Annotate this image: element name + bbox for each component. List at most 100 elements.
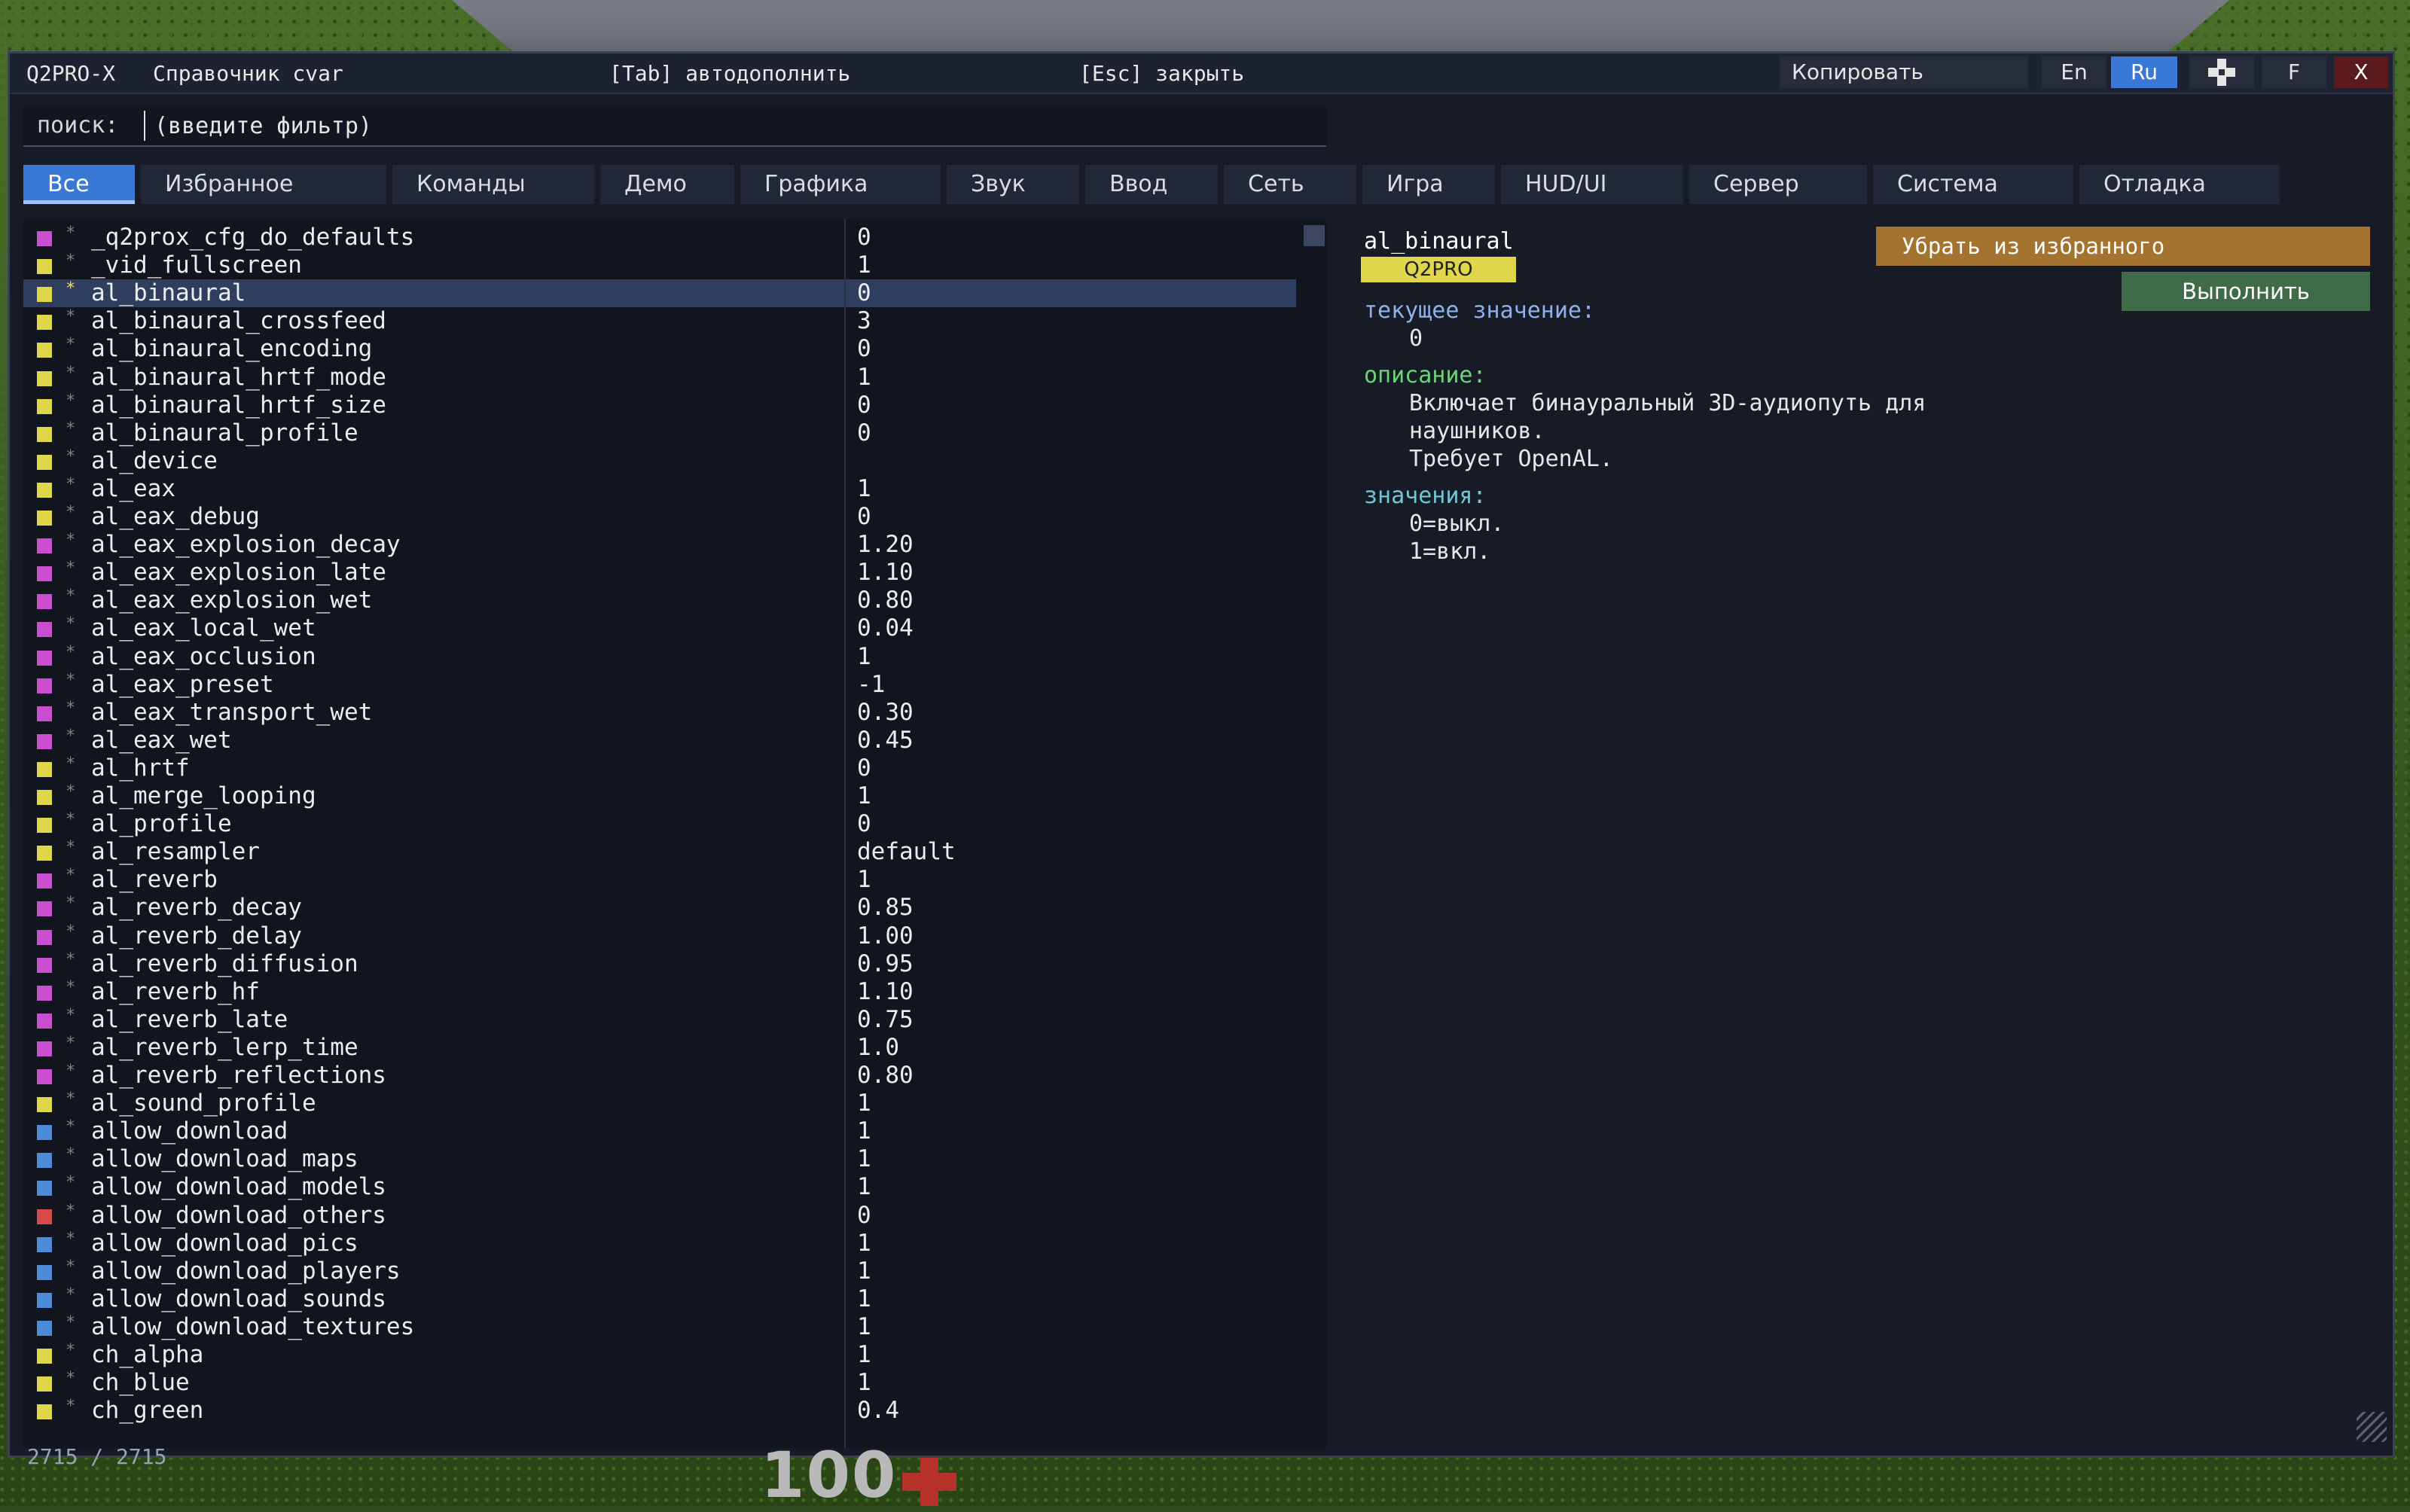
cvar-row[interactable]: * ch_alpha 1 xyxy=(23,1341,1296,1369)
favorite-star-icon[interactable]: * xyxy=(66,1225,75,1253)
cvar-row[interactable]: * al_eax_explosion_wet 0.80 xyxy=(23,587,1296,614)
favorite-star-icon[interactable]: * xyxy=(66,1113,75,1141)
remove-favorite-button[interactable]: Убрать из избранного xyxy=(1876,227,2370,266)
cvar-row[interactable]: * al_reverb_lerp_time 1.0 xyxy=(23,1034,1296,1062)
favorite-star-icon[interactable]: * xyxy=(66,359,75,387)
cvar-row[interactable]: * al_reverb_late 0.75 xyxy=(23,1006,1296,1034)
cvar-row[interactable]: * al_resampler default xyxy=(23,838,1296,866)
favorite-star-icon[interactable]: * xyxy=(66,582,75,610)
search-input[interactable] xyxy=(144,111,1314,141)
tab-8[interactable]: Игра xyxy=(1362,165,1495,204)
cvar-row[interactable]: * al_sound_profile 1 xyxy=(23,1090,1296,1117)
cvar-row[interactable]: * ch_green 0.4 xyxy=(23,1397,1296,1425)
cvar-row[interactable]: * al_eax_explosion_late 1.10 xyxy=(23,559,1296,587)
tab-3[interactable]: Демо xyxy=(600,165,734,204)
cvar-row[interactable]: * al_reverb_hf 1.10 xyxy=(23,978,1296,1006)
cvar-row[interactable]: * al_binaural_hrtf_size 0 xyxy=(23,392,1296,419)
list-scrollbar[interactable] xyxy=(1304,219,1325,1448)
cvar-row[interactable]: * al_binaural_encoding 0 xyxy=(23,335,1296,363)
favorite-star-icon[interactable]: * xyxy=(66,1253,75,1281)
favorite-star-icon[interactable]: * xyxy=(66,778,75,806)
favorite-star-icon[interactable]: * xyxy=(66,610,75,638)
tab-4[interactable]: Графика xyxy=(740,165,941,204)
cvar-row[interactable]: * al_binaural_profile 0 xyxy=(23,419,1296,447)
favorite-star-icon[interactable]: * xyxy=(66,639,75,666)
tab-9[interactable]: HUD/UI xyxy=(1501,165,1683,204)
tab-0[interactable]: Все xyxy=(23,165,135,204)
cvar-row[interactable]: * allow_download_maps 1 xyxy=(23,1145,1296,1173)
cvar-row[interactable]: * allow_download_pics 1 xyxy=(23,1230,1296,1257)
cvar-row[interactable]: * al_eax_local_wet 0.04 xyxy=(23,614,1296,642)
lang-ru-button[interactable]: Ru xyxy=(2111,56,2177,88)
tab-10[interactable]: Сервер xyxy=(1689,165,1867,204)
tab-7[interactable]: Сеть xyxy=(1224,165,1356,204)
favorite-star-icon[interactable]: * xyxy=(66,554,75,582)
favorite-star-icon[interactable]: * xyxy=(66,498,75,526)
scroll-thumb[interactable] xyxy=(1304,225,1325,246)
execute-button[interactable]: Выполнить xyxy=(2122,272,2370,311)
favorite-star-icon[interactable]: * xyxy=(66,1309,75,1337)
copy-button[interactable]: Копировать xyxy=(1780,56,2028,88)
cvar-row[interactable]: * allow_download_others 0 xyxy=(23,1202,1296,1230)
cvar-row[interactable]: * al_eax_transport_wet 0.30 xyxy=(23,699,1296,727)
cvar-row[interactable]: * _q2prox_cfg_do_defaults 0 xyxy=(23,224,1296,251)
cvar-row[interactable]: * al_reverb_decay 0.85 xyxy=(23,894,1296,922)
f-button[interactable]: F xyxy=(2262,56,2326,88)
cvar-row[interactable]: * al_eax_explosion_decay 1.20 xyxy=(23,531,1296,559)
cvar-row[interactable]: * al_binaural_crossfeed 3 xyxy=(23,307,1296,335)
favorite-star-icon[interactable]: * xyxy=(66,303,75,331)
cvar-row[interactable]: * al_merge_looping 1 xyxy=(23,782,1296,810)
favorite-star-icon[interactable]: * xyxy=(66,387,75,415)
cvar-row[interactable]: * allow_download_sounds 1 xyxy=(23,1285,1296,1313)
move-icon[interactable] xyxy=(2189,56,2254,88)
favorite-star-icon[interactable]: * xyxy=(66,834,75,861)
cvar-row[interactable]: * _vid_fullscreen 1 xyxy=(23,251,1296,279)
favorite-star-icon[interactable]: * xyxy=(66,526,75,554)
cvar-row[interactable]: * al_eax_occlusion 1 xyxy=(23,643,1296,671)
cvar-row[interactable]: * al_binaural 0 xyxy=(23,279,1296,307)
favorite-star-icon[interactable]: * xyxy=(66,1337,75,1364)
tab-11[interactable]: Система xyxy=(1873,165,2073,204)
favorite-star-icon[interactable]: * xyxy=(66,974,75,1001)
cvar-row[interactable]: * allow_download_players 1 xyxy=(23,1257,1296,1285)
cvar-row[interactable]: * allow_download_textures 1 xyxy=(23,1313,1296,1341)
favorite-star-icon[interactable]: * xyxy=(66,806,75,834)
favorite-star-icon[interactable]: * xyxy=(66,415,75,443)
cvar-row[interactable]: * al_eax 1 xyxy=(23,475,1296,503)
favorite-star-icon[interactable]: * xyxy=(66,694,75,722)
favorite-star-icon[interactable]: * xyxy=(66,1029,75,1057)
cvar-row[interactable]: * al_eax_wet 0.45 xyxy=(23,727,1296,754)
cvar-row[interactable]: * allow_download 1 xyxy=(23,1117,1296,1145)
cvar-row[interactable]: * al_reverb 1 xyxy=(23,866,1296,894)
favorite-star-icon[interactable]: * xyxy=(66,247,75,275)
cvar-row[interactable]: * al_eax_debug 0 xyxy=(23,503,1296,531)
cvar-row[interactable]: * al_profile 0 xyxy=(23,810,1296,838)
cvar-row[interactable]: * al_reverb_delay 1.00 xyxy=(23,922,1296,950)
cvar-row[interactable]: * allow_download_models 1 xyxy=(23,1173,1296,1201)
favorite-star-icon[interactable]: * xyxy=(66,1281,75,1309)
tab-6[interactable]: Ввод xyxy=(1085,165,1218,204)
favorite-star-icon[interactable]: * xyxy=(66,443,75,471)
favorite-star-icon[interactable]: * xyxy=(66,722,75,750)
favorite-star-icon[interactable]: * xyxy=(66,1169,75,1196)
favorite-star-icon[interactable]: * xyxy=(66,1141,75,1169)
tab-12[interactable]: Отладка xyxy=(2079,165,2280,204)
favorite-star-icon[interactable]: * xyxy=(66,1085,75,1113)
cvar-row[interactable]: * al_hrtf 0 xyxy=(23,754,1296,782)
tab-2[interactable]: Команды xyxy=(392,165,594,204)
resize-grip-icon[interactable] xyxy=(2357,1412,2387,1442)
cvar-row[interactable]: * al_device xyxy=(23,447,1296,475)
favorite-star-icon[interactable]: * xyxy=(66,1001,75,1029)
cvar-row[interactable]: * al_reverb_reflections 0.80 xyxy=(23,1062,1296,1090)
favorite-star-icon[interactable]: * xyxy=(66,1197,75,1225)
tab-1[interactable]: Избранное xyxy=(141,165,386,204)
favorite-star-icon[interactable]: * xyxy=(66,1364,75,1392)
favorite-star-icon[interactable]: * xyxy=(66,946,75,974)
favorite-star-icon[interactable]: * xyxy=(66,219,75,247)
favorite-star-icon[interactable]: * xyxy=(66,331,75,358)
tab-5[interactable]: Звук xyxy=(947,165,1079,204)
favorite-star-icon[interactable]: * xyxy=(66,1057,75,1085)
favorite-star-icon[interactable]: * xyxy=(66,918,75,946)
cvar-row[interactable]: * ch_blue 1 xyxy=(23,1369,1296,1397)
cvar-row[interactable]: * al_reverb_diffusion 0.95 xyxy=(23,950,1296,978)
